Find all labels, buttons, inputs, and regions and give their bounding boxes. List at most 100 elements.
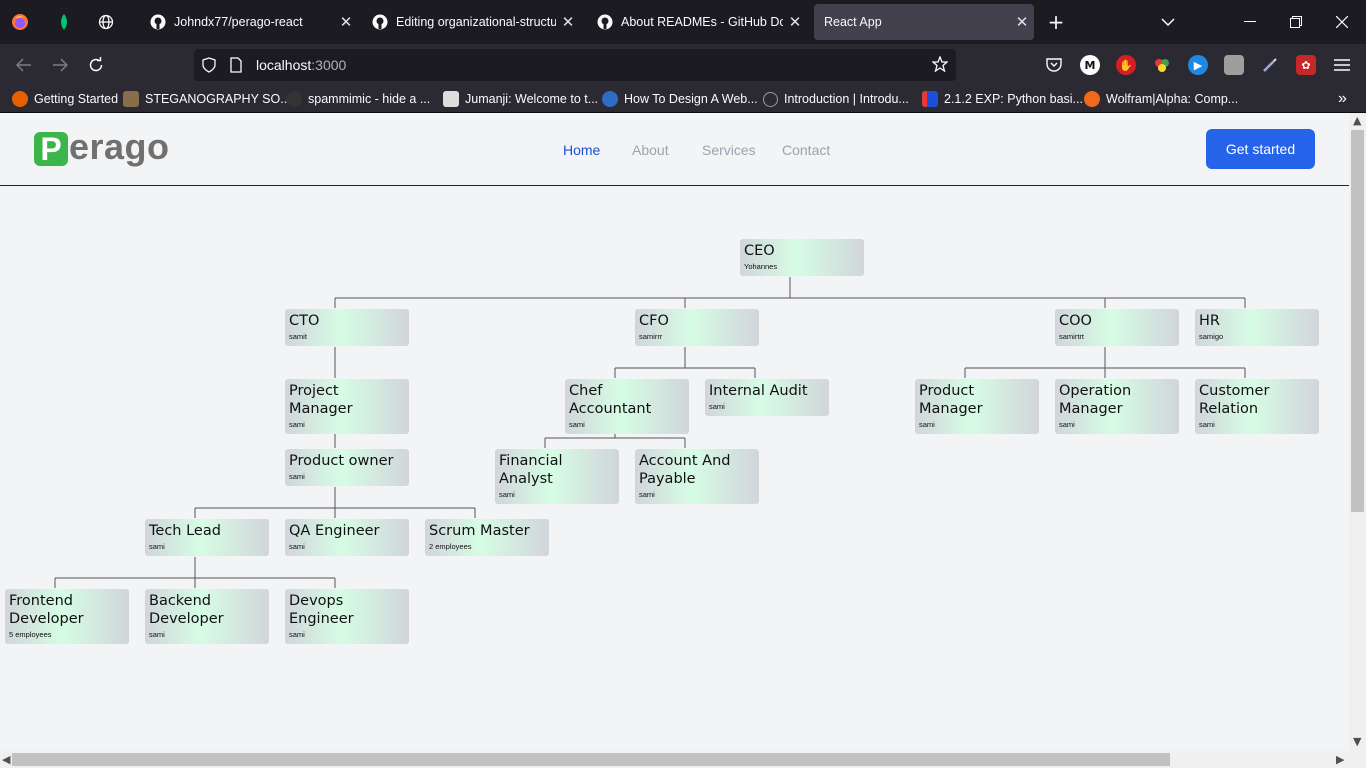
- org-node-chef-accountant[interactable]: Chef Accountant sami: [565, 379, 689, 434]
- url-text[interactable]: localhost:3000: [256, 57, 346, 73]
- close-window-icon[interactable]: [1322, 8, 1362, 36]
- bookmark-star-icon[interactable]: [931, 55, 949, 76]
- back-arrow-icon[interactable]: [10, 52, 38, 78]
- colorzilla-extension-icon[interactable]: [1152, 55, 1172, 75]
- org-node-tech-lead[interactable]: Tech Lead sami: [145, 519, 269, 556]
- org-node-account-payable[interactable]: Account And Payable sami: [635, 449, 759, 504]
- node-subtitle: 5 employees: [9, 630, 52, 639]
- tab-react-app[interactable]: React App ✕: [814, 4, 1034, 40]
- close-tab-icon[interactable]: ✕: [556, 13, 580, 31]
- tab-editing-org-structure[interactable]: Editing organizational-structure ✕: [362, 4, 580, 40]
- hamburger-menu-icon[interactable]: [1332, 55, 1352, 75]
- node-title: Project Manager: [289, 383, 353, 417]
- shield-icon[interactable]: [202, 57, 216, 77]
- bookmark-label: Getting Started: [34, 92, 119, 106]
- org-node-customer-relation[interactable]: Customer Relation sami: [1195, 379, 1319, 434]
- org-node-coo[interactable]: COO samirtrt: [1055, 309, 1179, 346]
- forward-arrow-icon[interactable]: [46, 52, 74, 78]
- vertical-scroll-thumb[interactable]: [1351, 130, 1364, 512]
- restore-icon[interactable]: [1276, 8, 1316, 36]
- org-node-qa-engineer[interactable]: QA Engineer sami: [285, 519, 409, 556]
- horizontal-scrollbar[interactable]: ◀ ▶: [0, 751, 1366, 768]
- tab-title: About READMEs - GitHub Docs: [621, 15, 783, 29]
- node-title: Frontend Developer: [9, 593, 84, 627]
- wordpress-icon: [602, 91, 618, 107]
- scroll-down-icon[interactable]: ▼: [1353, 735, 1361, 748]
- node-subtitle: sami: [499, 490, 515, 499]
- org-node-devops-engineer[interactable]: Devops Engineer sami: [285, 589, 409, 644]
- bookmark-introduction[interactable]: Introduction | Introdu...: [763, 90, 909, 108]
- tab-about-readmes[interactable]: About READMEs - GitHub Docs ✕: [587, 4, 807, 40]
- media-extension-icon[interactable]: ▶: [1188, 55, 1208, 75]
- bookmarks-overflow-icon[interactable]: »: [1338, 90, 1347, 108]
- bookmark-jumanji[interactable]: Jumanji: Welcome to t...: [443, 90, 598, 108]
- list-all-tabs-icon[interactable]: [1156, 10, 1180, 34]
- puzzle-extension-icon[interactable]: ✿: [1296, 55, 1316, 75]
- org-node-hr[interactable]: HR samigo: [1195, 309, 1319, 346]
- node-subtitle: sami: [709, 402, 725, 411]
- node-subtitle: sami: [289, 542, 305, 551]
- bookmarks-toolbar: Getting Started STEGANOGRAPHY SO... spam…: [0, 86, 1366, 113]
- globe-tab-icon[interactable]: [94, 10, 118, 34]
- scroll-left-icon[interactable]: ◀: [2, 753, 10, 766]
- tab-title: Editing organizational-structure: [396, 15, 556, 29]
- github-icon: [150, 14, 166, 30]
- node-title: Account And Payable: [639, 453, 731, 487]
- close-tab-icon[interactable]: ✕: [1010, 13, 1034, 31]
- tab-title: React App: [824, 15, 882, 29]
- org-node-cto[interactable]: CTO samit: [285, 309, 409, 346]
- org-node-operation-manager[interactable]: Operation Manager sami: [1055, 379, 1179, 434]
- org-node-frontend-developer[interactable]: Frontend Developer 5 employees: [5, 589, 129, 644]
- org-node-financial-analyst[interactable]: Financial Analyst sami: [495, 449, 619, 504]
- node-subtitle: samirrr: [639, 332, 663, 341]
- page-content: P erago Home About Services Contact Get …: [0, 113, 1349, 751]
- bookmark-label: Jumanji: Welcome to t...: [465, 92, 599, 106]
- org-node-cfo[interactable]: CFO samirrr: [635, 309, 759, 346]
- org-node-product-manager[interactable]: Product Manager sami: [915, 379, 1039, 434]
- pocket-icon[interactable]: [1044, 55, 1064, 75]
- node-title: HR: [1199, 313, 1220, 329]
- node-title: COO: [1059, 313, 1092, 329]
- scroll-right-icon[interactable]: ▶: [1336, 753, 1344, 766]
- browser-nav-bar: localhost:3000 M ✋ ▶ ✿: [0, 44, 1366, 86]
- bookmark-spammimic[interactable]: spammimic - hide a ...: [286, 90, 430, 108]
- node-title: QA Engineer: [289, 523, 380, 539]
- adblock-extension-icon[interactable]: ✋: [1116, 55, 1136, 75]
- close-tab-icon[interactable]: ✕: [783, 13, 807, 31]
- medium-extension-icon[interactable]: M: [1080, 55, 1100, 75]
- pen-extension-icon[interactable]: [1260, 55, 1280, 75]
- close-tab-icon[interactable]: ✕: [334, 13, 358, 31]
- container-tab-icon[interactable]: [52, 10, 76, 34]
- tab-title: Johndx77/perago-react: [174, 15, 303, 29]
- vertical-scrollbar[interactable]: ▲ ▼: [1349, 113, 1366, 751]
- scroll-up-icon[interactable]: ▲: [1353, 114, 1361, 127]
- page-icon[interactable]: [230, 57, 242, 77]
- node-title: Scrum Master: [429, 523, 530, 539]
- org-node-product-owner[interactable]: Product owner sami: [285, 449, 409, 486]
- org-node-scrum-master[interactable]: Scrum Master 2 employees: [425, 519, 549, 556]
- reload-icon[interactable]: [82, 52, 110, 78]
- node-title: CEO: [744, 243, 775, 259]
- image-extension-icon[interactable]: [1224, 55, 1244, 75]
- org-node-ceo[interactable]: CEO Yohannes: [740, 239, 864, 276]
- node-title: Devops Engineer: [289, 593, 354, 627]
- node-title: Operation Manager: [1059, 383, 1132, 417]
- node-title: Internal Audit: [709, 383, 808, 399]
- bookmark-steganography[interactable]: STEGANOGRAPHY SO...: [123, 90, 291, 108]
- bookmark-getting-started[interactable]: Getting Started: [12, 90, 118, 108]
- org-node-backend-developer[interactable]: Backend Developer sami: [145, 589, 269, 644]
- bookmark-design-web[interactable]: How To Design A Web...: [602, 90, 758, 108]
- bookmark-label: spammimic - hide a ...: [308, 92, 431, 106]
- bookmark-python-basics[interactable]: 2.1.2 EXP: Python basi...: [922, 90, 1083, 108]
- horizontal-scroll-thumb[interactable]: [12, 753, 1170, 766]
- minimize-icon[interactable]: [1230, 8, 1270, 36]
- new-tab-icon[interactable]: +: [1044, 10, 1068, 34]
- node-subtitle: sami: [149, 630, 165, 639]
- url-bar[interactable]: localhost:3000: [194, 49, 956, 81]
- org-node-internal-audit[interactable]: Internal Audit sami: [705, 379, 829, 416]
- firefox-menu-icon[interactable]: [8, 10, 32, 34]
- bookmark-wolfram[interactable]: Wolfram|Alpha: Comp...: [1084, 90, 1238, 108]
- github-icon: [597, 14, 613, 30]
- tab-perago-react[interactable]: Johndx77/perago-react ✕: [140, 4, 358, 40]
- org-node-project-manager[interactable]: Project Manager sami: [285, 379, 409, 434]
